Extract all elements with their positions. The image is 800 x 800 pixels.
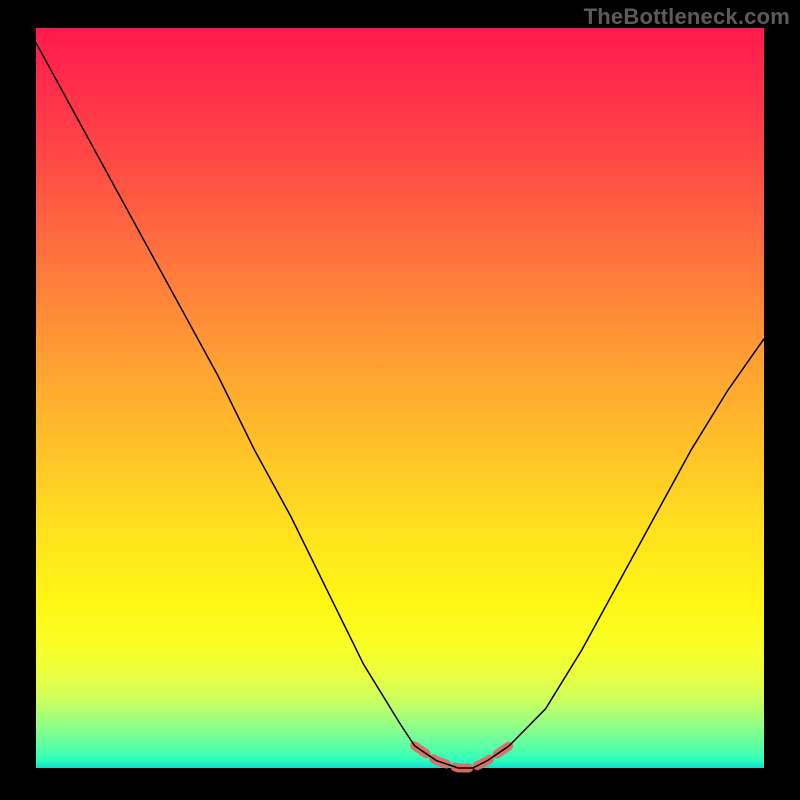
curve-svg (36, 28, 764, 768)
plot-area (36, 28, 764, 768)
watermark-text: TheBottleneck.com (584, 4, 790, 30)
valley-highlight (415, 746, 510, 768)
bottleneck-curve (36, 43, 764, 768)
chart-frame: TheBottleneck.com (0, 0, 800, 800)
